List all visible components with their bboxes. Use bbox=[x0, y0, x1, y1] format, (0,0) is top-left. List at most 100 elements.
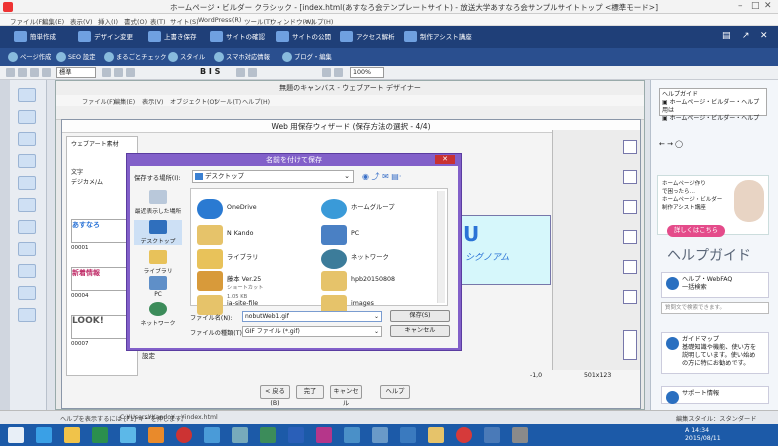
app-icon[interactable] bbox=[176, 427, 192, 443]
wizard-help-button[interactable]: ヘルプ bbox=[380, 385, 410, 399]
file-item-folder[interactable]: ia-site-file bbox=[197, 295, 258, 315]
tool-icon-5[interactable] bbox=[18, 176, 36, 190]
app-icon[interactable] bbox=[428, 427, 444, 443]
dialog-close-button[interactable]: ✕ bbox=[435, 155, 455, 164]
template-item[interactable]: 新着情報 bbox=[71, 267, 129, 291]
file-item-network[interactable]: ネットワーク bbox=[321, 249, 389, 269]
finish-button[interactable]: 完了 bbox=[296, 385, 324, 399]
thumbnail[interactable] bbox=[623, 260, 637, 274]
seo-settings-button[interactable]: SEO 設定 bbox=[56, 52, 96, 62]
paste-icon[interactable] bbox=[126, 68, 135, 77]
access-analysis-button[interactable]: アクセス解析 bbox=[340, 31, 395, 43]
menu-tools[interactable]: ツール(T) bbox=[244, 16, 273, 26]
open-icon[interactable] bbox=[18, 68, 27, 77]
designer-menu-tools[interactable]: ツール(T) bbox=[214, 97, 241, 106]
store-icon[interactable] bbox=[92, 427, 108, 443]
menu-insert[interactable]: 挿入(I) bbox=[98, 16, 118, 26]
file-item-onedrive[interactable]: OneDrive bbox=[197, 199, 257, 219]
font-color-icon[interactable] bbox=[236, 68, 245, 77]
filetype-select[interactable]: GIF ファイル (*.gif) ⌄ bbox=[242, 326, 382, 337]
thumbnail[interactable] bbox=[623, 200, 637, 214]
menu-file[interactable]: ファイル(F) bbox=[10, 16, 45, 26]
save-in-select[interactable]: デスクトップ ⌄ bbox=[192, 170, 354, 183]
assist-course-button[interactable]: 制作アシスト講座 bbox=[404, 31, 472, 43]
tool-icon-6[interactable] bbox=[18, 198, 36, 212]
app-icon[interactable] bbox=[148, 427, 164, 443]
tool-icon-10[interactable] bbox=[18, 286, 36, 300]
guide-map-section[interactable]: ガイドマップ 基礎知識や機能、使い方を 説明しています。使い始め の方に特にお勧め… bbox=[661, 332, 769, 374]
file-item-pc[interactable]: PC bbox=[321, 225, 359, 245]
cut-icon[interactable] bbox=[102, 68, 111, 77]
app-icon[interactable] bbox=[512, 427, 528, 443]
copy-icon[interactable] bbox=[114, 68, 123, 77]
menu-wordpress[interactable]: WordPress(R) bbox=[198, 16, 241, 24]
tool-icon-1[interactable] bbox=[18, 88, 36, 102]
filename-input[interactable]: nobutWeb1.gif ⌄ bbox=[242, 311, 382, 322]
wizard-cancel-button[interactable]: キャンセル bbox=[330, 385, 362, 407]
design-change-button[interactable]: デザイン変更 bbox=[78, 31, 133, 43]
file-item-user[interactable]: N Kando bbox=[197, 225, 253, 245]
tool-icon-11[interactable] bbox=[18, 308, 36, 322]
file-item-library[interactable]: ライブラリ bbox=[197, 249, 258, 269]
start-icon[interactable] bbox=[8, 427, 24, 443]
menu-format[interactable]: 書式(O) bbox=[124, 16, 147, 26]
page-create-button[interactable]: ページ作成 bbox=[8, 52, 51, 62]
file-item-folder[interactable]: hpb20150808 bbox=[321, 271, 395, 291]
close-button[interactable]: ✕ bbox=[764, 1, 772, 11]
align-icon[interactable] bbox=[248, 68, 257, 77]
tool-icon-8[interactable] bbox=[18, 242, 36, 256]
app-icon[interactable] bbox=[288, 427, 304, 443]
place-desktop[interactable]: デスクトップ bbox=[134, 220, 182, 245]
app-icon[interactable] bbox=[204, 427, 220, 443]
zoom-in-icon[interactable] bbox=[322, 68, 331, 77]
app-icon[interactable] bbox=[484, 427, 500, 443]
site-publish-button[interactable]: サイトの公開 bbox=[276, 31, 331, 43]
smartphone-button[interactable]: スマホ対応情報 bbox=[214, 52, 270, 62]
file-list-scrollbar[interactable] bbox=[437, 191, 445, 303]
designer-menu-file[interactable]: ファイル(F) bbox=[82, 97, 115, 106]
maximize-button[interactable]: □ bbox=[751, 1, 760, 11]
app-icon[interactable] bbox=[344, 427, 360, 443]
app-icon[interactable] bbox=[120, 427, 136, 443]
canvas-preview[interactable]: U シグノアム bbox=[448, 215, 551, 285]
help-nav[interactable]: ← → ◯ bbox=[659, 140, 683, 148]
style-button[interactable]: スタイル bbox=[168, 52, 205, 62]
thumbnail[interactable] bbox=[623, 170, 637, 184]
thumbnail[interactable] bbox=[623, 230, 637, 244]
template-item[interactable]: あすなろ bbox=[71, 219, 129, 243]
thumbnail[interactable] bbox=[623, 290, 637, 304]
place-network[interactable]: ネットワーク bbox=[134, 302, 182, 327]
ribbon-pin-icon[interactable]: ↗ bbox=[742, 31, 750, 41]
place-recent[interactable]: 最近表示した場所 bbox=[134, 190, 182, 215]
save-file-button[interactable]: 保存(S) bbox=[390, 310, 450, 322]
system-tray-clock[interactable]: A 14:34 2015/08/11 bbox=[685, 427, 721, 443]
zoom-out-icon[interactable] bbox=[334, 68, 343, 77]
tool-icon-4[interactable] bbox=[18, 154, 36, 168]
thumbnail[interactable] bbox=[623, 140, 637, 154]
thumbnail[interactable] bbox=[623, 330, 637, 360]
full-check-button[interactable]: まるごとチェック bbox=[104, 52, 166, 62]
nav-up-icons[interactable]: ◉ ⤴ ✉ ▤· bbox=[362, 171, 401, 182]
app-icon[interactable] bbox=[400, 427, 416, 443]
menu-help[interactable]: ヘルプ(H) bbox=[304, 16, 333, 26]
blog-button[interactable]: ブログ・編集 bbox=[282, 52, 332, 62]
app-icon[interactable] bbox=[372, 427, 388, 443]
tool-icon-2[interactable] bbox=[18, 110, 36, 124]
app-icon[interactable] bbox=[456, 427, 472, 443]
menu-edit[interactable]: 編集(E) bbox=[42, 16, 64, 26]
ie-icon[interactable] bbox=[36, 427, 52, 443]
support-section[interactable]: サポート情報 bbox=[661, 386, 769, 404]
save-small-icon[interactable] bbox=[30, 68, 39, 77]
new-icon[interactable] bbox=[6, 68, 15, 77]
back-button[interactable]: < 戻る(B) bbox=[260, 385, 290, 407]
file-item-homegroup[interactable]: ホームグループ bbox=[321, 199, 395, 219]
dialog-cancel-button[interactable]: キャンセル bbox=[390, 325, 450, 337]
tab-webart[interactable]: ウェブアート素材 bbox=[71, 139, 119, 148]
settings-label[interactable]: 設定 bbox=[142, 350, 155, 360]
ribbon-menu-icon[interactable]: ▤ bbox=[722, 31, 731, 41]
easy-create-button[interactable]: 簡単作成 bbox=[14, 31, 56, 43]
zoom-select[interactable]: 100% bbox=[350, 67, 384, 78]
file-item-folder[interactable]: images bbox=[321, 295, 374, 315]
app-icon[interactable] bbox=[316, 427, 332, 443]
minimize-button[interactable]: – bbox=[738, 1, 743, 11]
